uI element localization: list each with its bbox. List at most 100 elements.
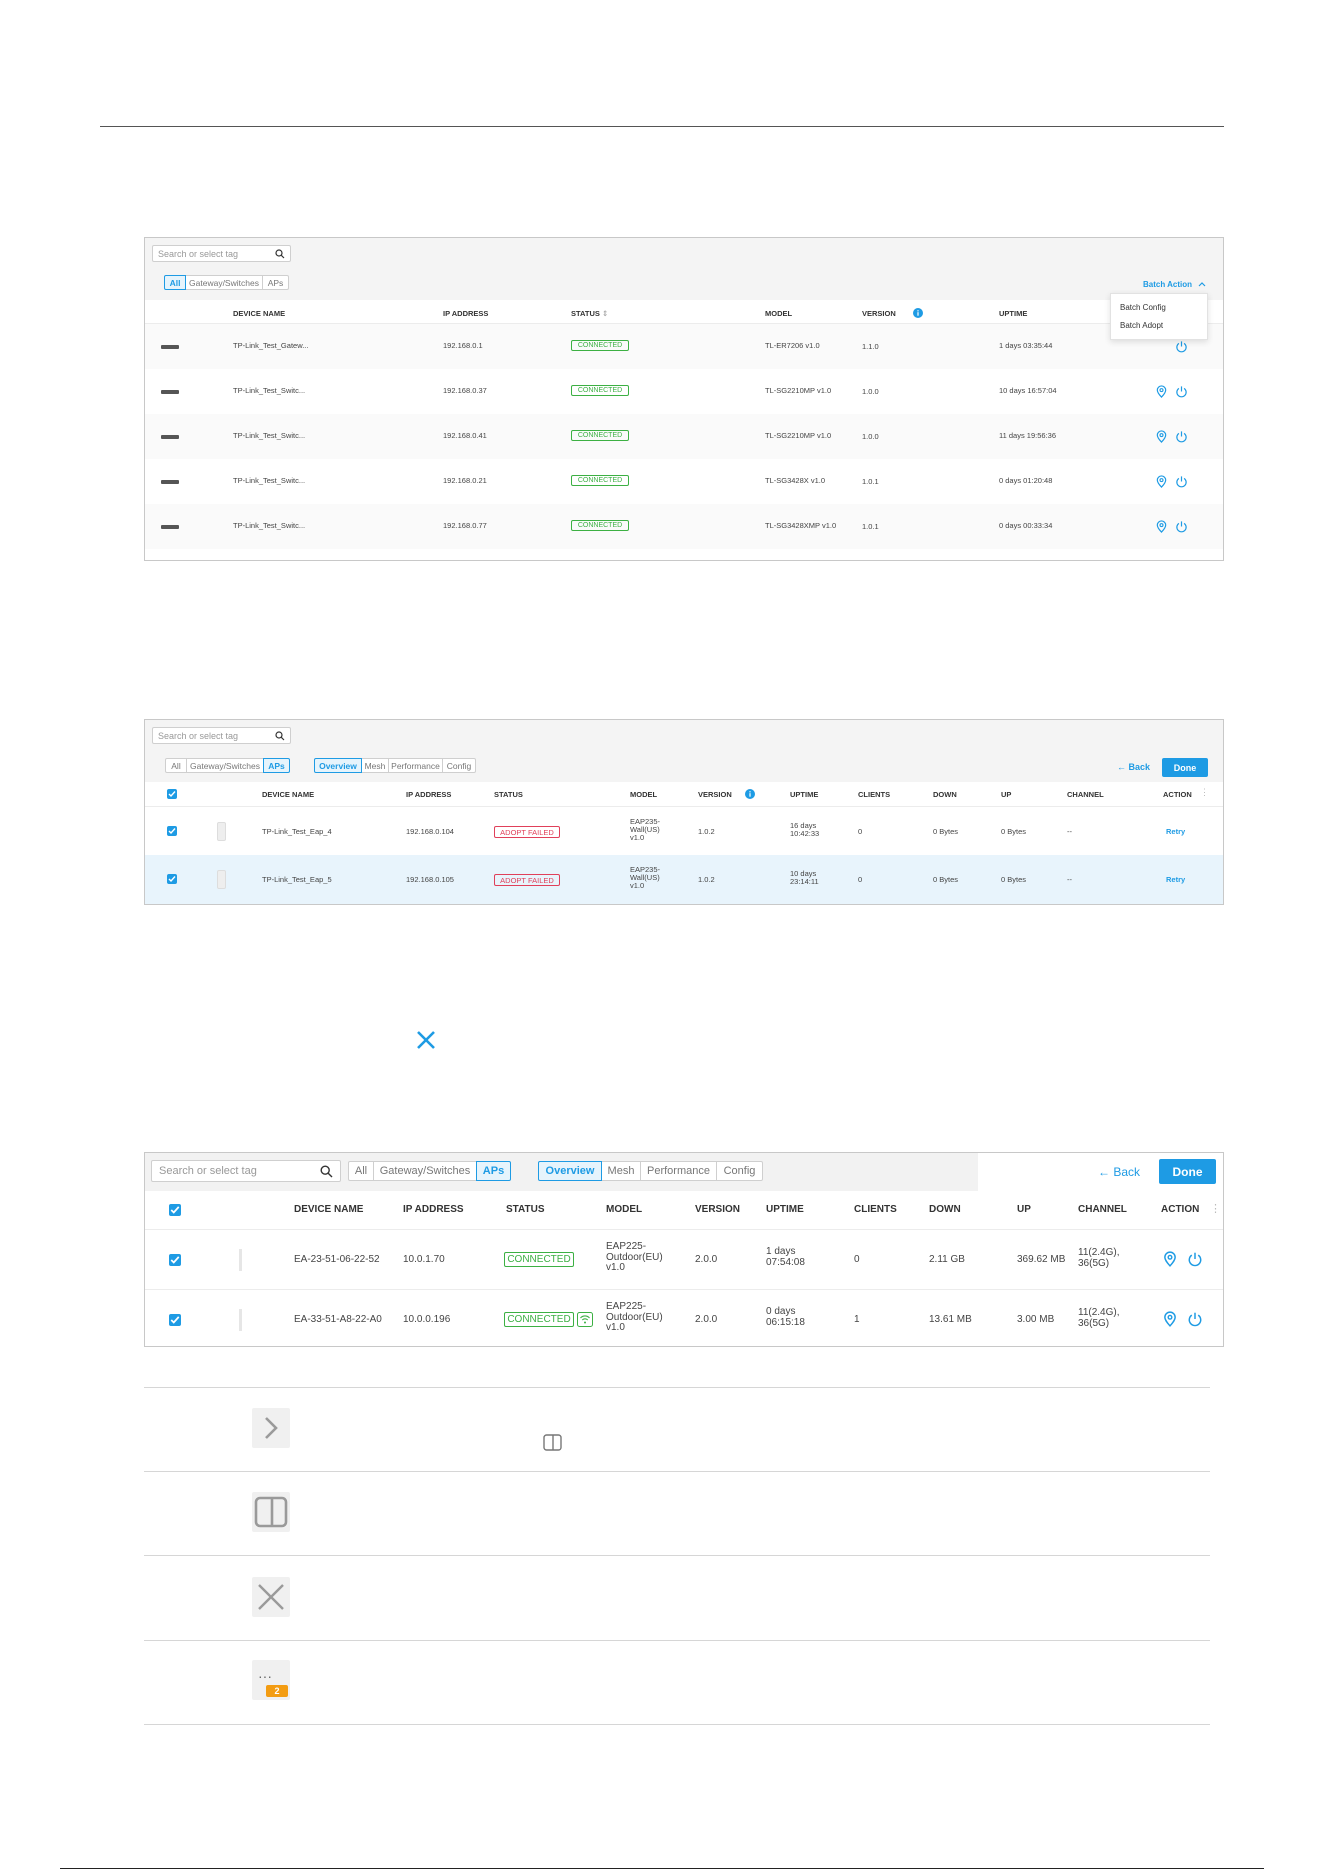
back-button[interactable]: ← Back bbox=[1117, 762, 1150, 772]
tab-mesh[interactable]: Mesh bbox=[361, 758, 389, 773]
device-name[interactable]: TP-Link_Test_Eap_5 bbox=[262, 875, 332, 884]
header-version: VERSION bbox=[695, 1204, 741, 1215]
power-icon[interactable] bbox=[1187, 1251, 1203, 1267]
search-input[interactable]: Search or select tag bbox=[151, 1160, 341, 1182]
batch-action-label: Batch Action bbox=[1143, 280, 1193, 289]
power-icon[interactable] bbox=[1187, 1311, 1203, 1327]
tab-performance[interactable]: Performance bbox=[640, 1161, 717, 1181]
header-status[interactable]: STATUS ⇕ bbox=[571, 309, 608, 318]
model-line: v1.0 bbox=[630, 880, 645, 890]
search-input[interactable]: Search or select tag bbox=[152, 245, 291, 262]
tab-mesh[interactable]: Mesh bbox=[601, 1161, 641, 1181]
filter-all[interactable]: All bbox=[165, 758, 187, 773]
device-name[interactable]: EA-23-51-06-22-52 bbox=[294, 1254, 380, 1265]
search-icon bbox=[275, 730, 285, 740]
devices-screenshot-aps-adopt-failed: Search or select tag All Gateway/Switche… bbox=[144, 719, 1224, 905]
header-version: VERSION bbox=[862, 309, 896, 318]
header-device-name: DEVICE NAME bbox=[262, 790, 315, 799]
menu-item-batch-config[interactable]: Batch Config bbox=[1120, 303, 1166, 312]
uptime-line: 10:42:33 bbox=[790, 828, 820, 838]
tab-overview[interactable]: Overview bbox=[314, 758, 362, 773]
locate-icon[interactable] bbox=[1155, 520, 1168, 533]
model-line: v1.0 bbox=[606, 1262, 625, 1273]
back-button[interactable]: ← Back bbox=[1098, 1165, 1140, 1179]
power-icon[interactable] bbox=[1175, 475, 1188, 488]
tab-performance[interactable]: Performance bbox=[388, 758, 443, 773]
locate-icon[interactable] bbox=[1155, 385, 1168, 398]
locate-icon[interactable] bbox=[1162, 1251, 1178, 1267]
filter-gateway-switches[interactable]: Gateway/Switches bbox=[185, 275, 263, 290]
version: 2.0.0 bbox=[695, 1254, 718, 1265]
model: EAP225- Outdoor(EU) v1.0 bbox=[606, 1241, 663, 1274]
table-row[interactable] bbox=[145, 504, 1223, 549]
tab-overview[interactable]: Overview bbox=[538, 1161, 602, 1181]
channel: -- bbox=[1067, 875, 1072, 884]
select-all-checkbox[interactable] bbox=[169, 1204, 181, 1216]
ap-device-icon bbox=[217, 822, 226, 841]
power-icon[interactable] bbox=[1175, 385, 1188, 398]
row-checkbox[interactable] bbox=[167, 826, 177, 836]
device-name[interactable]: TP-Link_Test_Switc... bbox=[233, 476, 305, 485]
table-row[interactable] bbox=[145, 459, 1223, 504]
retry-link[interactable]: Retry bbox=[1166, 875, 1185, 884]
version: 1.1.0 bbox=[862, 342, 879, 351]
filter-all[interactable]: All bbox=[164, 275, 186, 290]
status-badge: CONNECTED bbox=[571, 340, 629, 351]
filter-aps[interactable]: APs bbox=[476, 1161, 511, 1181]
device-name[interactable]: TP-Link_Test_Gatew... bbox=[233, 341, 308, 350]
uptime-line: 23:14:11 bbox=[790, 876, 819, 886]
device-name[interactable]: TP-Link_Test_Switc... bbox=[233, 386, 305, 395]
done-button[interactable]: Done bbox=[1162, 758, 1208, 777]
header-down: DOWN bbox=[933, 790, 957, 799]
device-name[interactable]: EA-33-51-A8-22-A0 bbox=[294, 1314, 382, 1325]
filter-gateway-switches[interactable]: Gateway/Switches bbox=[373, 1161, 477, 1181]
search-placeholder: Search or select tag bbox=[159, 1165, 257, 1177]
device-name[interactable]: TP-Link_Test_Switc... bbox=[233, 431, 305, 440]
more-icon: ··· 2 bbox=[252, 1660, 290, 1700]
clients: 1 bbox=[854, 1314, 860, 1325]
power-icon[interactable] bbox=[1175, 520, 1188, 533]
header-channel: CHANNEL bbox=[1078, 1204, 1127, 1215]
row-checkbox[interactable] bbox=[167, 874, 177, 884]
uptime: 1 days 03:35:44 bbox=[999, 341, 1053, 350]
header-status-label: STATUS bbox=[571, 309, 600, 318]
legend-divider bbox=[144, 1471, 1210, 1472]
info-icon[interactable] bbox=[745, 789, 755, 799]
filter-aps[interactable]: APs bbox=[262, 275, 289, 290]
model: TL-SG2210MP v1.0 bbox=[765, 431, 832, 440]
select-all-checkbox[interactable] bbox=[167, 789, 177, 799]
device-name[interactable]: TP-Link_Test_Switc... bbox=[233, 521, 305, 530]
filter-all[interactable]: All bbox=[348, 1161, 374, 1181]
retry-link[interactable]: Retry bbox=[1166, 827, 1185, 836]
notification-badge: 2 bbox=[266, 1685, 288, 1697]
uptime: 10 days 16:57:04 bbox=[999, 386, 1057, 395]
batch-action-button[interactable]: Batch Action bbox=[1143, 280, 1206, 289]
tab-config[interactable]: Config bbox=[716, 1161, 763, 1181]
version: 1.0.2 bbox=[698, 875, 715, 884]
arrow-left-icon: ← bbox=[1117, 762, 1129, 772]
search-placeholder: Search or select tag bbox=[158, 730, 239, 741]
info-icon[interactable] bbox=[913, 308, 923, 318]
power-icon[interactable] bbox=[1175, 340, 1188, 353]
power-icon[interactable] bbox=[1175, 430, 1188, 443]
up: 369.62 MB bbox=[1017, 1254, 1066, 1265]
table-row[interactable] bbox=[145, 414, 1223, 459]
mesh-wifi-icon bbox=[577, 1312, 593, 1327]
version: 1.0.0 bbox=[862, 432, 879, 441]
table-row[interactable] bbox=[145, 369, 1223, 414]
switch-device-icon bbox=[161, 435, 179, 439]
search-input[interactable]: Search or select tag bbox=[152, 727, 291, 744]
tab-config[interactable]: Config bbox=[442, 758, 476, 773]
column-settings-icon[interactable]: ⋮ bbox=[1210, 1202, 1221, 1215]
locate-icon[interactable] bbox=[1155, 430, 1168, 443]
filter-gateway-switches[interactable]: Gateway/Switches bbox=[186, 758, 264, 773]
row-checkbox[interactable] bbox=[169, 1314, 181, 1326]
filter-aps[interactable]: APs bbox=[263, 758, 290, 773]
menu-item-batch-adopt[interactable]: Batch Adopt bbox=[1120, 321, 1163, 330]
device-name[interactable]: TP-Link_Test_Eap_4 bbox=[262, 827, 332, 836]
done-button[interactable]: Done bbox=[1159, 1159, 1216, 1184]
locate-icon[interactable] bbox=[1155, 475, 1168, 488]
column-settings-icon[interactable]: ⋮ bbox=[1200, 787, 1209, 798]
locate-icon[interactable] bbox=[1162, 1311, 1178, 1327]
row-checkbox[interactable] bbox=[169, 1254, 181, 1266]
